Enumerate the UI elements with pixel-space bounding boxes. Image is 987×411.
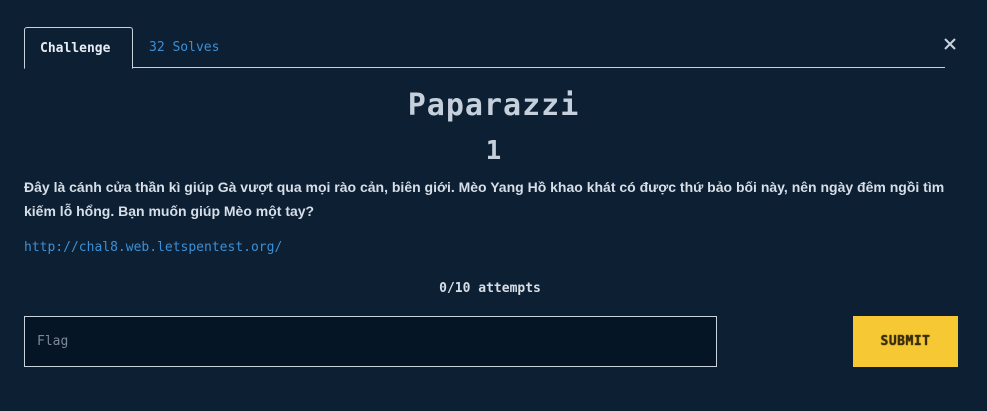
challenge-description: Đây là cánh cửa thần kì giúp Gà vượt qua… (24, 179, 945, 219)
attempts-counter: 0/10 attempts (439, 281, 541, 296)
challenge-value: 1 (485, 136, 502, 166)
flag-input[interactable] (24, 316, 717, 367)
close-icon (943, 37, 957, 51)
submit-button[interactable]: SUBMIT (853, 316, 958, 367)
challenge-modal: Challenge 32 Solves Paparazzi 1 Đây là c… (0, 0, 987, 411)
challenge-link[interactable]: http://chal8.web.letspentest.org/ (24, 240, 282, 255)
tab-bar: Challenge 32 Solves (24, 27, 945, 69)
tab-solves[interactable]: 32 Solves (134, 27, 234, 68)
challenge-name: Paparazzi (407, 88, 580, 123)
tab-challenge[interactable]: Challenge (24, 27, 133, 69)
close-button[interactable] (943, 37, 957, 51)
